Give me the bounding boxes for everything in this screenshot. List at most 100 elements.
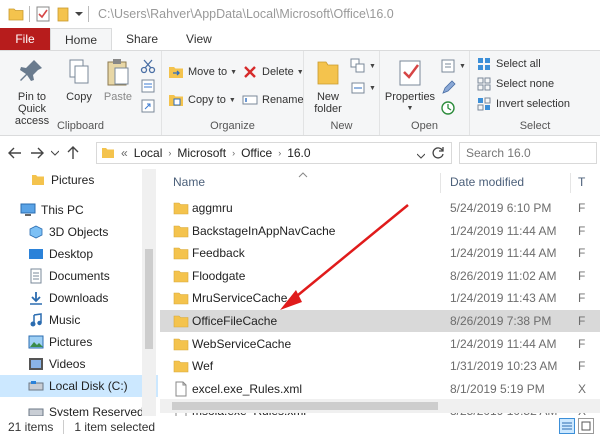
copy-button[interactable]: Copy <box>62 55 96 103</box>
drive-icon <box>28 378 44 394</box>
nav-item-videos[interactable]: Videos <box>0 353 158 375</box>
address-dropdown-icon[interactable] <box>416 148 426 162</box>
chevron-down-icon[interactable] <box>73 3 85 25</box>
folder-icon <box>173 247 189 260</box>
details-view-icon[interactable] <box>559 418 575 434</box>
nav-item-pictures-quick[interactable]: Pictures <box>0 169 158 191</box>
move-to-button[interactable]: Move to ▼ <box>168 63 237 81</box>
easy-access-icon[interactable]: ▼ <box>350 79 376 97</box>
nav-item-local-disk[interactable]: Local Disk (C:) <box>0 375 158 397</box>
back-arrow-icon[interactable] <box>4 142 26 164</box>
cut-icon[interactable] <box>140 57 156 75</box>
column-header-name[interactable]: Name <box>173 169 205 195</box>
tab-file[interactable]: File <box>0 28 50 50</box>
tab-view[interactable]: View <box>172 28 226 50</box>
file-row[interactable]: Floodgate 8/26/2019 11:02 AM F <box>160 265 600 287</box>
file-row[interactable]: excel.exe_Rules.xml 8/1/2019 5:19 PM X <box>160 378 600 400</box>
chevron-right-icon[interactable]: › <box>232 148 235 158</box>
rename-label: Rename <box>262 94 304 106</box>
up-arrow-icon[interactable] <box>62 142 84 164</box>
folder-icon <box>173 315 189 328</box>
file-row[interactable]: MruServiceCache 1/24/2019 11:43 AM F <box>160 287 600 309</box>
folder-icon <box>101 147 115 159</box>
chevron-right-icon[interactable]: › <box>168 148 171 158</box>
quick-access-toolbar <box>0 0 92 28</box>
forward-arrow-icon[interactable] <box>26 142 48 164</box>
nav-label: This PC <box>41 203 84 217</box>
copy-to-button[interactable]: Copy to ▼ <box>168 91 236 109</box>
delete-button[interactable]: Delete ▼ <box>242 63 304 81</box>
nav-item-3d-objects[interactable]: 3D Objects <box>0 221 158 243</box>
file-name: BackstageInAppNavCache <box>192 223 336 238</box>
copy-path-icon[interactable] <box>140 77 156 95</box>
new-folder-icon[interactable] <box>53 3 73 25</box>
select-group: Select all Select none Invert selection … <box>470 51 600 135</box>
properties-check-icon[interactable] <box>33 3 53 25</box>
folder-icon[interactable] <box>6 3 26 25</box>
nav-scrollbar[interactable] <box>142 169 156 416</box>
file-row[interactable]: OfficeFileCache 8/26/2019 7:38 PM F <box>160 310 600 332</box>
file-row[interactable]: WebServiceCache 1/24/2019 11:44 AM F <box>160 333 600 355</box>
new-folder-label-line2: folder <box>314 103 342 115</box>
address-bar[interactable]: « Local › Microsoft › Office › 16.0 <box>96 142 452 164</box>
pin-quick-access-button[interactable]: Pin to Quick access <box>2 55 62 127</box>
file-row[interactable]: Feedback 1/24/2019 11:44 AM F <box>160 242 600 264</box>
breadcrumb-16[interactable]: 16.0 <box>287 146 310 160</box>
nav-item-system-reserved[interactable]: System Reserved ( <box>0 401 158 416</box>
file-name: OfficeFileCache <box>192 314 278 328</box>
edit-icon[interactable] <box>440 79 456 97</box>
nav-item-pictures[interactable]: Pictures <box>0 331 158 353</box>
nav-item-documents[interactable]: Documents <box>0 265 158 287</box>
column-header-date[interactable]: Date modified <box>450 169 524 195</box>
open-group-label: Open <box>411 120 438 132</box>
file-row[interactable]: Wef 1/31/2019 10:23 AM F <box>160 355 600 377</box>
file-row[interactable]: aggmru 5/24/2019 6:10 PM F <box>160 197 600 219</box>
breadcrumb-local[interactable]: Local <box>134 146 163 160</box>
file-row[interactable]: BackstageInAppNavCache 1/24/2019 11:44 AM… <box>160 220 600 242</box>
chevron-down-icon: ▼ <box>230 68 238 76</box>
new-item-icon[interactable]: ▼ <box>350 57 376 75</box>
breadcrumb-overflow[interactable]: « <box>121 146 128 160</box>
nav-item-downloads[interactable]: Downloads <box>0 287 158 309</box>
open-icon[interactable]: ▼ <box>440 57 466 75</box>
chevron-right-icon[interactable]: › <box>278 148 281 158</box>
tab-home[interactable]: Home <box>50 28 113 50</box>
paste-shortcut-icon[interactable] <box>140 97 156 115</box>
breadcrumb-office[interactable]: Office <box>241 146 272 160</box>
select-all-button[interactable]: Select all <box>476 55 541 73</box>
tab-share[interactable]: Share <box>112 28 172 50</box>
window-title: C:\Users\Rahver\AppData\Local\Microsoft\… <box>98 7 394 21</box>
organize-group-label: Organize <box>210 120 255 132</box>
search-input[interactable]: Search 16.0 <box>459 142 597 164</box>
column-divider[interactable] <box>570 173 571 193</box>
large-icons-view-icon[interactable] <box>578 418 594 434</box>
invert-selection-button[interactable]: Invert selection <box>476 95 570 113</box>
breadcrumb-microsoft[interactable]: Microsoft <box>177 146 226 160</box>
h-scroll-thumb[interactable] <box>172 402 438 410</box>
rename-button[interactable]: Rename <box>242 91 304 109</box>
recent-chevron-icon[interactable] <box>48 142 62 164</box>
select-none-button[interactable]: Select none <box>476 75 554 93</box>
column-header-type[interactable]: T <box>578 169 585 195</box>
nav-label: Videos <box>49 357 86 371</box>
file-date: 1/24/2019 11:43 AM <box>450 291 557 306</box>
sort-chevron-icon <box>298 169 308 181</box>
nav-item-desktop[interactable]: Desktop <box>0 243 158 265</box>
music-icon <box>28 312 44 328</box>
horizontal-scrollbar[interactable] <box>160 399 600 413</box>
folder-icon <box>30 172 46 188</box>
chevron-down-icon: ▼ <box>228 96 236 104</box>
nav-item-this-pc[interactable]: This PC <box>0 199 158 221</box>
nav-item-music[interactable]: Music <box>0 309 158 331</box>
refresh-icon[interactable] <box>431 146 445 163</box>
paste-button[interactable]: Paste <box>100 55 136 103</box>
nav-scroll-thumb[interactable] <box>145 249 153 349</box>
invert-selection-icon <box>476 96 492 112</box>
chevron-down-icon: ▼ <box>369 62 376 70</box>
new-folder-button[interactable]: New folder <box>310 55 346 115</box>
copy-to-label: Copy to <box>188 94 226 106</box>
properties-button[interactable]: Properties ▼ <box>384 55 436 115</box>
column-divider[interactable] <box>440 173 441 193</box>
history-icon[interactable] <box>440 99 456 117</box>
pictures-icon <box>28 334 44 350</box>
